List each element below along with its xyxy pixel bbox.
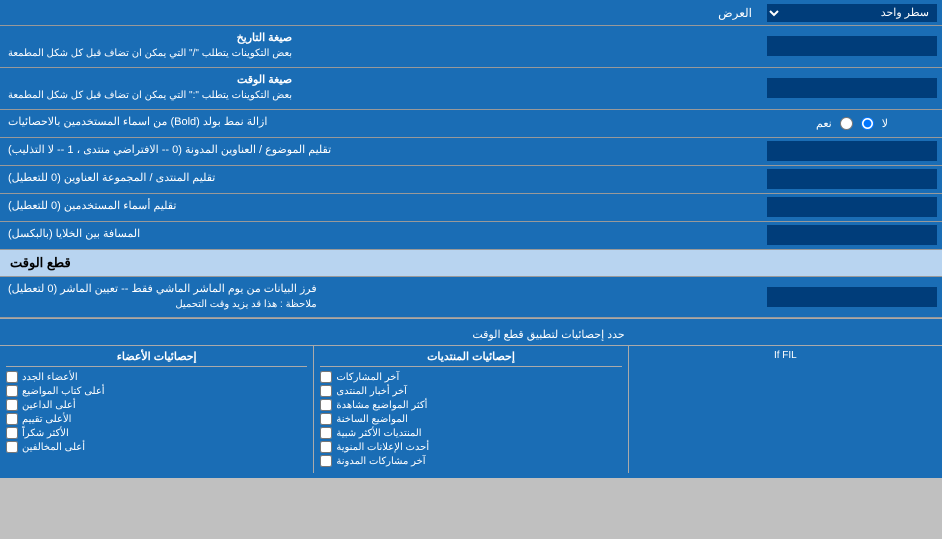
time-cutoff-label: فرز البيانات من يوم الماشر الماشي فقط --… (0, 277, 762, 318)
forum-limit-row: 33 تقليم المنتدى / المجموعة العناوين (0 … (0, 166, 942, 194)
stats-col2-label-5: أعلى المخالفين (22, 442, 85, 453)
stats-col2-item-1: أعلى كتاب المواضيع (6, 385, 307, 397)
stats-col1-check-3[interactable] (320, 413, 332, 425)
stats-columns: If FIL إحصائيات المنتديات آخر المشاركات … (0, 346, 942, 473)
username-limit-row: 0 تقليم أسماء المستخدمين (0 للتعطيل) (0, 194, 942, 222)
time-cutoff-input[interactable]: 0 (767, 287, 937, 307)
stats-col2-check-2[interactable] (6, 399, 18, 411)
stats-header-row: حدد إحصائيات لتطبيق قطع الوقت (0, 324, 942, 346)
cell-spacing-label: المسافة بين الخلايا (بالبكسل) (0, 222, 762, 249)
stats-section: حدد إحصائيات لتطبيق قطع الوقت If FIL إحص… (0, 318, 942, 478)
topic-limit-label: تقليم الموضوع / العناوين المدونة (0 -- ا… (0, 138, 762, 165)
stats-col1-item-6: آخر مشاركات المدونة (320, 455, 621, 467)
time-format-label: صيغة الوقت بعض التكوينات يتطلب ":" التي … (0, 68, 762, 109)
stats-col1-item-2: أكثر المواضيع مشاهدة (320, 399, 621, 411)
bold-no-radio[interactable] (861, 117, 874, 130)
username-limit-input[interactable]: 0 (767, 197, 937, 217)
stats-col1-item-3: المواضيع الساخنة (320, 413, 621, 425)
stats-col2-label-3: الأعلى تقييم (22, 414, 71, 425)
stats-header-label: حدد إحصائيات لتطبيق قطع الوقت (0, 324, 635, 345)
cell-spacing-input[interactable]: 2 (767, 225, 937, 245)
stats-col1-label-2: أكثر المواضيع مشاهدة (336, 400, 427, 411)
time-cutoff-input-container: 0 (762, 277, 942, 318)
stats-col2-label-2: أعلى الداعين (22, 400, 76, 411)
stats-col1-item-1: آخر أخبار المنتدى (320, 385, 621, 397)
stats-col1: إحصائيات المنتديات آخر المشاركات آخر أخب… (313, 346, 627, 473)
stats-col2-item-2: أعلى الداعين (6, 399, 307, 411)
date-format-input-container: d-m (762, 26, 942, 67)
stats-col2-check-1[interactable] (6, 385, 18, 397)
forum-limit-input-container: 33 (762, 166, 942, 193)
display-select-container: سطر واحدسطرينثلاثة أسطر (762, 2, 942, 24)
username-limit-label: تقليم أسماء المستخدمين (0 للتعطيل) (0, 194, 762, 221)
stats-col1-item-5: أحدث الإعلانات المنوية (320, 441, 621, 453)
topic-limit-input[interactable]: 33 (767, 141, 937, 161)
stats-col1-label-5: أحدث الإعلانات المنوية (336, 442, 429, 453)
stats-col2-check-4[interactable] (6, 427, 18, 439)
stats-col2-label-0: الأعضاء الجدد (22, 372, 78, 383)
stats-col1-check-1[interactable] (320, 385, 332, 397)
time-cutoff-label-text: فرز البيانات من يوم الماشر الماشي فقط --… (8, 282, 317, 313)
bold-yes-radio[interactable] (840, 117, 853, 130)
stats-col1-label-6: آخر مشاركات المدونة (336, 456, 425, 467)
stats-col1-label-0: آخر المشاركات (336, 372, 399, 383)
time-cutoff-section-header: قطع الوقت (0, 250, 942, 277)
stats-col2-item-3: الأعلى تقييم (6, 413, 307, 425)
topic-limit-row: 33 تقليم الموضوع / العناوين المدونة (0 -… (0, 138, 942, 166)
time-format-input[interactable]: H:i (767, 78, 937, 98)
bold-remove-label: ازالة نمط بولد (Bold) من اسماء المستخدمي… (0, 110, 762, 137)
forum-limit-input[interactable]: 33 (767, 169, 937, 189)
stats-col1-check-5[interactable] (320, 441, 332, 453)
forum-limit-label: تقليم المنتدى / المجموعة العناوين (0 للت… (0, 166, 762, 193)
bold-radio-group: لا نعم (808, 113, 896, 134)
date-format-input[interactable]: d-m (767, 36, 937, 56)
stats-col2-check-0[interactable] (6, 371, 18, 383)
bold-yes-label: نعم (816, 117, 832, 130)
stats-col2-label-1: أعلى كتاب المواضيع (22, 386, 105, 397)
stats-col1-check-6[interactable] (320, 455, 332, 467)
stats-col2-label-4: الأكثر شكراً (22, 428, 69, 439)
display-select[interactable]: سطر واحدسطرينثلاثة أسطر (767, 4, 937, 22)
stats-col2-item-5: أعلى المخالفين (6, 441, 307, 453)
cell-spacing-input-container: 2 (762, 222, 942, 249)
time-format-input-container: H:i (762, 68, 942, 109)
stats-col2-header: إحصائيات الأعضاء (6, 350, 307, 367)
stats-col1-item-4: المنتديات الأكثر شبية (320, 427, 621, 439)
date-format-label: صيغة التاريخ بعض التكوينات يتطلب "/" الت… (0, 26, 762, 67)
stats-empty-label: If FIL (635, 350, 936, 361)
time-format-label-text: صيغة الوقت بعض التكوينات يتطلب ":" التي … (8, 73, 292, 104)
stats-col1-item-0: آخر المشاركات (320, 371, 621, 383)
time-cutoff-row: 0 فرز البيانات من يوم الماشر الماشي فقط … (0, 277, 942, 319)
bold-remove-row: لا نعم ازالة نمط بولد (Bold) من اسماء ال… (0, 110, 942, 138)
stats-col1-check-2[interactable] (320, 399, 332, 411)
stats-col2-check-5[interactable] (6, 441, 18, 453)
stats-col2-item-4: الأكثر شكراً (6, 427, 307, 439)
topic-limit-input-container: 33 (762, 138, 942, 165)
time-format-row: H:i صيغة الوقت بعض التكوينات يتطلب ":" ا… (0, 68, 942, 110)
stats-col1-check-4[interactable] (320, 427, 332, 439)
time-cutoff-section-label: قطع الوقت (10, 255, 71, 271)
bold-remove-radio-container: لا نعم (762, 110, 942, 137)
stats-col1-header: إحصائيات المنتديات (320, 350, 621, 367)
date-format-label-text: صيغة التاريخ بعض التكوينات يتطلب "/" الت… (8, 31, 292, 62)
top-label: العرض (0, 2, 762, 24)
bold-no-label: لا (882, 117, 888, 130)
stats-col2-item-0: الأعضاء الجدد (6, 371, 307, 383)
stats-col2-check-3[interactable] (6, 413, 18, 425)
username-limit-input-container: 0 (762, 194, 942, 221)
stats-col1-label-1: آخر أخبار المنتدى (336, 386, 407, 397)
date-format-row: d-m صيغة التاريخ بعض التكوينات يتطلب "/"… (0, 26, 942, 68)
stats-col1-label-4: المنتديات الأكثر شبية (336, 428, 421, 439)
stats-empty-col: If FIL (628, 346, 942, 473)
cell-spacing-row: 2 المسافة بين الخلايا (بالبكسل) (0, 222, 942, 250)
stats-col1-label-3: المواضيع الساخنة (336, 414, 408, 425)
stats-col2: إحصائيات الأعضاء الأعضاء الجدد أعلى كتاب… (0, 346, 313, 473)
stats-col1-check-0[interactable] (320, 371, 332, 383)
